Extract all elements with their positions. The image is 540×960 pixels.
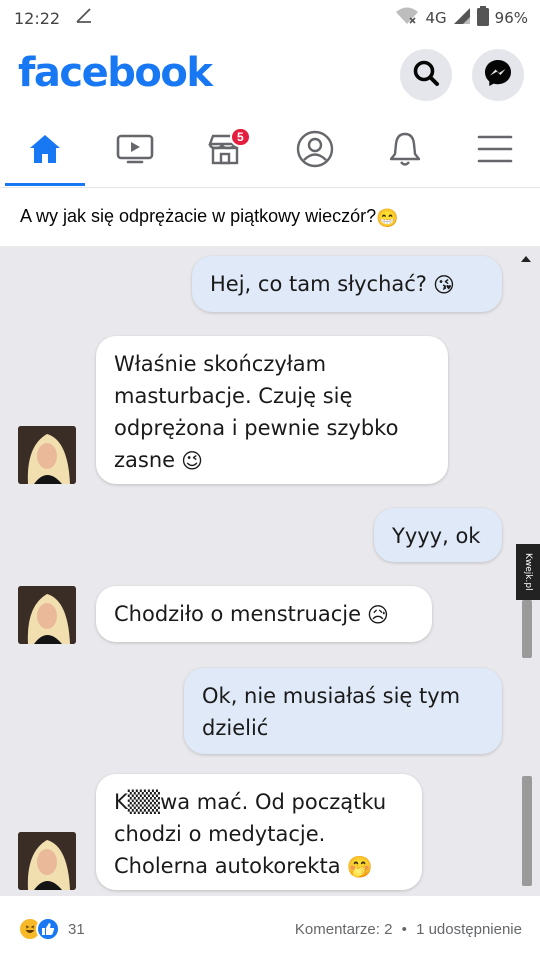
hamburger-icon	[477, 134, 513, 169]
sad-emoji-icon: 😥	[367, 603, 389, 627]
messenger-icon	[483, 58, 513, 93]
profile-icon	[295, 129, 335, 174]
nav-arrow-icon	[74, 6, 94, 31]
battery-icon	[476, 6, 489, 30]
avatar	[18, 426, 76, 484]
main-nav: 5	[0, 118, 540, 188]
chat-message-in: K▒▒wa mać. Od początku chodzi o medytacj…	[96, 774, 422, 890]
tab-home[interactable]	[0, 118, 90, 186]
avatar	[18, 586, 76, 644]
status-time: 12:22	[14, 8, 61, 28]
post-image[interactable]: Hej, co tam słychać? 😘 Właśnie skończyłam…	[0, 246, 540, 896]
reactions[interactable]: 31	[18, 917, 85, 941]
chat-message-out: Yyyy, ok	[374, 508, 502, 562]
kiss-emoji-icon: 😘	[432, 273, 455, 297]
post-message: A wy jak się odprężacie w piątkowy wiecz…	[20, 206, 377, 226]
network-type: 4G	[425, 9, 447, 27]
comments-count[interactable]: Komentarze: 2	[295, 921, 393, 938]
marketplace-badge: 5	[230, 127, 251, 147]
scrollbar-handle[interactable]	[522, 600, 532, 658]
battery-level: 96%	[494, 9, 528, 27]
message-line: Cholerna autokorekta	[114, 854, 341, 878]
tab-marketplace[interactable]: 5	[180, 118, 270, 184]
post-text: A wy jak się odprężacie w piątkowy wiecz…	[20, 206, 399, 229]
search-icon	[412, 59, 440, 92]
scroll-up-arrow-icon	[520, 250, 532, 268]
avatar	[18, 832, 76, 890]
message-line: chodzi o medytacje.	[114, 822, 326, 846]
tab-watch[interactable]	[90, 118, 180, 184]
message-line: odprężona i pewnie szybko	[114, 416, 399, 440]
post-meta: Komentarze: 2 • 1 udostępnienie	[295, 921, 522, 938]
signal-icon	[453, 7, 471, 29]
watermark: Kwejk.pl	[516, 544, 540, 600]
tab-profile[interactable]	[270, 118, 360, 184]
message-line: masturbacje. Czuję się	[114, 384, 353, 408]
chat-message-out: Ok, nie musiałaś się tym dzielić	[184, 668, 502, 754]
chat-message-out: Hej, co tam słychać? 😘	[192, 256, 502, 312]
like-reaction-icon	[36, 917, 60, 941]
grin-emoji-icon: 😁	[376, 208, 399, 228]
search-button[interactable]	[400, 49, 452, 101]
message-line: K▒▒wa mać. Od początku	[114, 790, 387, 814]
home-icon	[27, 132, 63, 171]
post-footer: 31 Komentarze: 2 • 1 udostępnienie	[0, 904, 540, 954]
wink-emoji-icon: 😉	[181, 449, 203, 473]
message-text: Yyyy, ok	[392, 524, 481, 548]
shares-count[interactable]: 1 udostępnienie	[416, 921, 522, 938]
chat-message-in: Chodziło o menstruacje 😥	[96, 586, 432, 642]
wifi-icon	[395, 7, 419, 29]
tab-menu[interactable]	[450, 118, 540, 184]
video-icon	[116, 133, 154, 170]
message-line: zasne	[114, 448, 176, 472]
scrollbar-handle[interactable]	[522, 776, 532, 886]
message-line: Właśnie skończyłam	[114, 352, 327, 376]
app-header: facebook	[0, 44, 540, 108]
status-bar: 12:22 4G 96%	[0, 0, 540, 36]
reaction-count: 31	[68, 920, 85, 938]
meta-separator: •	[401, 920, 407, 938]
facebook-logo[interactable]: facebook	[18, 50, 213, 96]
message-text: Chodziło o menstruacje	[114, 602, 361, 626]
message-line: Ok, nie musiałaś się tym	[202, 684, 461, 708]
message-text: Hej, co tam słychać?	[210, 272, 427, 296]
bell-icon	[387, 130, 423, 173]
chat-message-in: Właśnie skończyłam masturbacje. Czuję si…	[96, 336, 448, 484]
hand-over-mouth-emoji-icon: 🤭	[346, 855, 373, 879]
tab-notifications[interactable]	[360, 118, 450, 184]
messenger-button[interactable]	[472, 49, 524, 101]
message-line: dzielić	[202, 716, 269, 740]
